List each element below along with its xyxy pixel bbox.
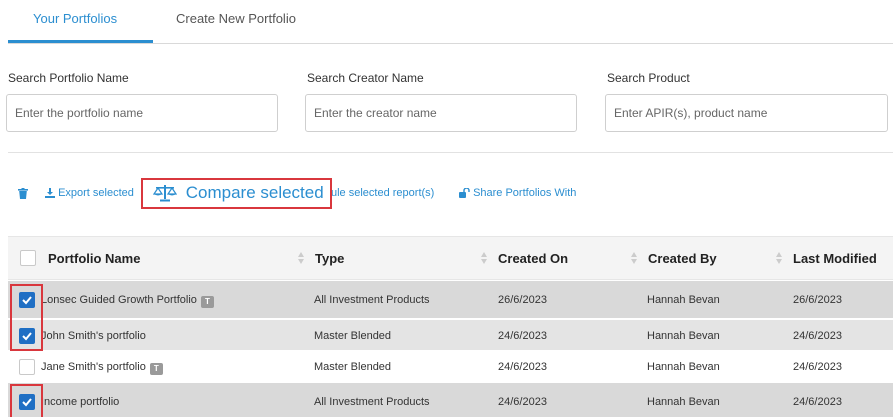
- last-modified-cell: 26/6/2023: [793, 294, 842, 306]
- column-header-created-by[interactable]: Created By: [648, 251, 717, 266]
- compare-selected-label: Compare selected: [185, 183, 324, 202]
- search-divider: [8, 152, 893, 153]
- type-cell: Master Blended: [314, 330, 392, 342]
- active-tab-indicator: [8, 40, 153, 43]
- portfolio-name-cell[interactable]: Income portfolio: [41, 396, 119, 408]
- search-portfolio-label: Search Portfolio Name: [8, 71, 129, 85]
- portfolio-tabs: Your Portfolios Create New Portfolio: [8, 0, 893, 44]
- portfolio-name: Lonsec Guided Growth Portfolio: [41, 294, 197, 306]
- type-cell: Master Blended: [314, 361, 392, 373]
- sort-icon[interactable]: [298, 252, 304, 264]
- portfolio-name-cell[interactable]: Jane Smith's portfolio T: [41, 361, 163, 375]
- last-modified-cell: 24/6/2023: [793, 396, 842, 408]
- search-product-input[interactable]: [605, 94, 888, 132]
- portfolio-name: Jane Smith's portfolio: [41, 361, 146, 373]
- portfolio-toolbar: Export selected ule selected report(s) C…: [0, 176, 893, 210]
- tab-your-portfolios[interactable]: Your Portfolios: [33, 11, 117, 26]
- sort-icon[interactable]: [481, 252, 487, 264]
- scale-balance-icon: [152, 185, 178, 202]
- created-on-cell: 24/6/2023: [498, 330, 547, 342]
- created-by-cell: Hannah Bevan: [647, 361, 720, 373]
- created-on-cell: 24/6/2023: [498, 361, 547, 373]
- unlock-icon: [459, 187, 470, 198]
- column-header-portfolio-name[interactable]: Portfolio Name: [48, 251, 140, 266]
- portfolio-name: Income portfolio: [41, 396, 120, 408]
- tab-create-new-portfolio[interactable]: Create New Portfolio: [176, 11, 296, 26]
- export-selected-label: Export selected: [58, 187, 134, 199]
- export-selected-button[interactable]: Export selected: [45, 187, 134, 199]
- table-row[interactable]: Jane Smith's portfolio T Master Blended 2…: [8, 351, 893, 381]
- column-header-last-modified[interactable]: Last Modified: [793, 251, 877, 266]
- delete-button[interactable]: [18, 188, 28, 200]
- trash-icon: [18, 188, 28, 199]
- row-checkbox[interactable]: [19, 359, 35, 375]
- sort-icon[interactable]: [631, 252, 637, 264]
- template-badge: T: [149, 363, 163, 375]
- column-header-created-on[interactable]: Created On: [498, 251, 568, 266]
- highlight-box: [10, 284, 43, 351]
- search-portfolio-input[interactable]: [6, 94, 278, 132]
- type-cell: All Investment Products: [314, 294, 430, 306]
- schedule-report-label: ule selected report(s): [331, 187, 435, 199]
- search-creator-input[interactable]: [305, 94, 577, 132]
- table-row[interactable]: Income portfolio All Investment Products…: [8, 383, 893, 417]
- created-on-cell: 26/6/2023: [498, 294, 547, 306]
- sort-icon[interactable]: [776, 252, 782, 264]
- created-by-cell: Hannah Bevan: [647, 330, 720, 342]
- created-on-cell: 24/6/2023: [498, 396, 547, 408]
- compare-selected-button[interactable]: Compare selected: [141, 178, 332, 209]
- table-header: Portfolio Name Type Created On Created B…: [8, 236, 893, 280]
- table-row[interactable]: John Smith's portfolio Master Blended 24…: [8, 320, 893, 350]
- template-badge: T: [200, 296, 214, 308]
- portfolio-name-cell[interactable]: Lonsec Guided Growth Portfolio T: [41, 294, 214, 308]
- highlight-box: [10, 384, 43, 417]
- download-icon: [45, 188, 55, 198]
- schedule-report-button[interactable]: ule selected report(s): [331, 187, 434, 199]
- created-by-cell: Hannah Bevan: [647, 294, 720, 306]
- type-cell: All Investment Products: [314, 396, 430, 408]
- column-header-type[interactable]: Type: [315, 251, 344, 266]
- created-by-cell: Hannah Bevan: [647, 396, 720, 408]
- last-modified-cell: 24/6/2023: [793, 361, 842, 373]
- portfolio-name-cell[interactable]: John Smith's portfolio: [41, 330, 146, 342]
- share-portfolios-label: Share Portfolios With: [473, 187, 577, 199]
- search-product-label: Search Product: [607, 71, 690, 85]
- share-portfolios-button[interactable]: Share Portfolios With: [459, 187, 576, 199]
- table-row[interactable]: Lonsec Guided Growth Portfolio T All Inve…: [8, 281, 893, 318]
- portfolio-name: John Smith's portfolio: [41, 330, 146, 342]
- search-creator-label: Search Creator Name: [307, 71, 424, 85]
- select-all-checkbox[interactable]: [20, 250, 36, 266]
- last-modified-cell: 24/6/2023: [793, 330, 842, 342]
